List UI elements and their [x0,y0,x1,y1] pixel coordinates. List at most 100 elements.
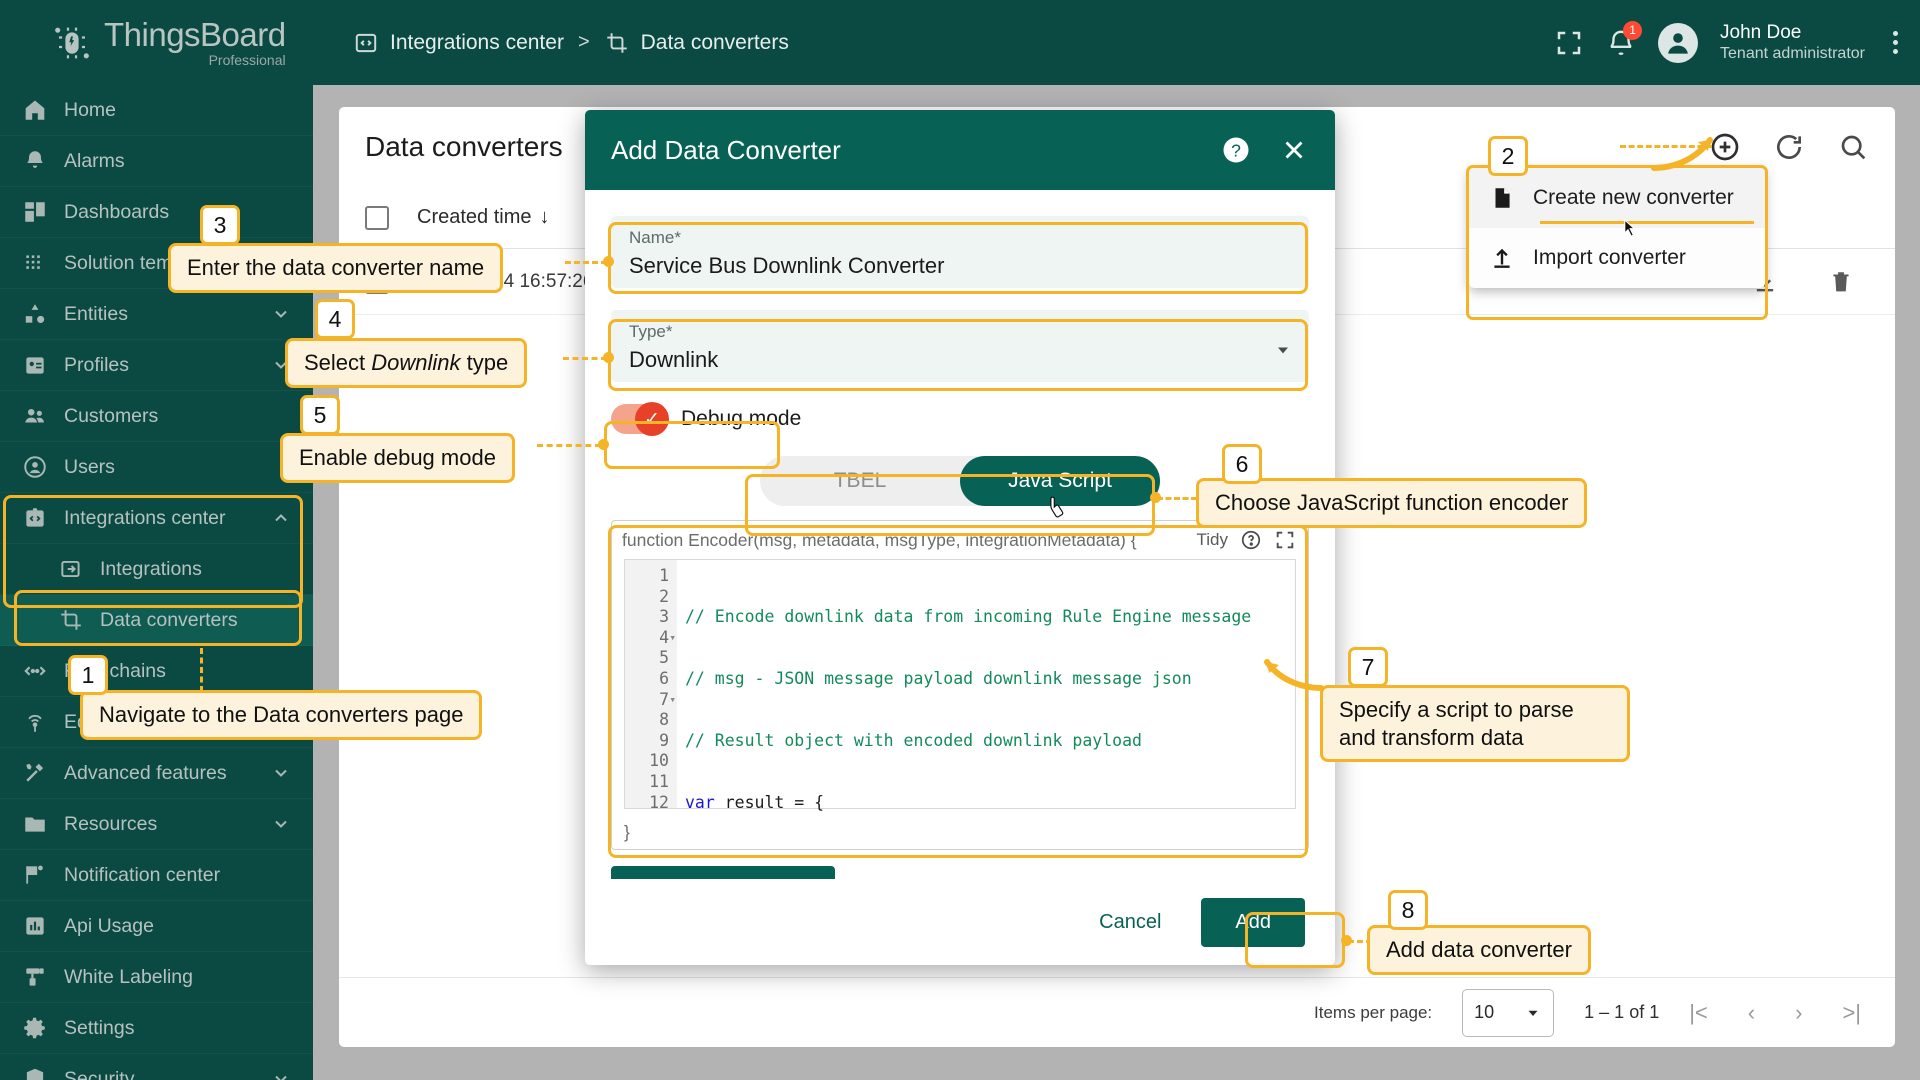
annotation-5: Enable debug mode [280,433,515,483]
fullscreen-icon[interactable] [1274,529,1296,551]
sidebar-item-home[interactable]: Home [0,85,313,136]
annotation-connector-4 [563,357,607,360]
tab-tbel[interactable]: TBEL [760,456,960,506]
chevron-down-icon[interactable] [271,814,291,834]
prev-page-button[interactable]: ‹ [1748,1000,1755,1026]
sidebar-item-dashboards[interactable]: Dashboards [0,187,313,238]
page-title: Data converters [365,131,563,162]
annotation-dot-6 [1150,492,1161,503]
pagination: Items per page: 10 1 – 1 of 1 |< ‹ › >| [339,977,1895,1047]
breadcrumb-separator: > [577,31,590,53]
resources-folder-icon [22,811,48,837]
sidebar-item-label: Alarms [64,149,125,172]
delete-icon[interactable] [1827,268,1855,296]
add-button[interactable]: Add [1201,897,1305,947]
code-editor-area[interactable]: 1 2 3 4 ▾ 5 6 7 ▾ 8 9 10 11 12 // Encode d… [624,559,1296,812]
notification-center-icon [22,862,48,888]
dialog-footer: Cancel Add [585,879,1335,965]
sidebar-item-alarms[interactable]: Alarms [0,136,313,187]
last-page-button[interactable]: >| [1842,1000,1861,1026]
fullscreen-icon[interactable] [1554,28,1584,58]
name-input[interactable]: Service Bus Downlink Converter [629,253,1291,279]
breadcrumb-item-data-converters[interactable]: Data converters [604,30,789,56]
sidebar-item-customers[interactable]: Customers [0,391,313,442]
next-page-button[interactable]: › [1795,1000,1802,1026]
rule-chains-icon [22,658,48,684]
users-icon [22,454,48,480]
edge-icon [22,709,48,735]
sidebar-item-label: Security [64,1067,135,1080]
line-number-gutter: 1 2 3 4 ▾ 5 6 7 ▾ 8 9 10 11 12 [625,560,677,812]
refresh-icon[interactable] [1773,131,1805,163]
sidebar-item-label: Integrations center [64,506,226,529]
sidebar-item-users[interactable]: Users [0,442,313,493]
breadcrumb-item-integrations-center[interactable]: Integrations center [353,30,564,56]
line-number: 8 [659,710,669,730]
data-converter-icon [604,30,630,56]
sidebar-item-api-usage[interactable]: Api Usage [0,901,313,952]
notification-badge: 1 [1623,20,1643,40]
line-number: 10 [649,751,669,771]
items-per-page-select[interactable]: 10 [1462,988,1555,1037]
code-lines[interactable]: // Encode downlink data from incoming Ru… [677,560,1295,811]
sidebar-item-security[interactable]: Security [0,1054,313,1080]
security-shield-icon [22,1066,48,1080]
integrations-center-icon [22,505,48,531]
select-all-checkbox[interactable] [365,205,389,230]
search-icon[interactable] [1837,131,1869,163]
arrow-to-plus-icon [1650,122,1730,182]
arrow-to-editor-icon [1245,648,1325,698]
dialog-title: Add Data Converter [611,134,841,165]
tidy-button[interactable]: Tidy [1197,530,1229,550]
cancel-button[interactable]: Cancel [1085,901,1175,944]
help-icon[interactable]: ? [1221,135,1251,165]
sidebar-item-resources[interactable]: Resources [0,799,313,850]
sidebar-item-data-converters[interactable]: Data converters [0,595,313,646]
name-field[interactable]: Name* Service Bus Downlink Converter [611,216,1309,288]
chevron-down-icon[interactable] [271,1069,291,1080]
avatar[interactable] [1658,22,1699,63]
type-field-label: Type* [629,322,673,341]
first-page-button[interactable]: |< [1689,1000,1708,1026]
debug-mode-toggle[interactable]: ✓ [611,402,669,436]
chevron-up-icon[interactable] [271,508,291,528]
chevron-down-icon[interactable] [271,763,291,783]
help-icon[interactable] [1240,529,1262,551]
annotation-connector-6 [1157,497,1197,500]
line-number: 6 [659,668,669,688]
menu-item-label: Import converter [1533,246,1686,269]
sidebar-item-settings[interactable]: Settings [0,1003,313,1054]
kebab-menu-icon[interactable] [1893,31,1898,54]
brand-edition: Professional [208,52,286,68]
top-bar: ThingsBoard Professional Integrations ce… [0,0,1920,85]
sidebar-item-advanced-features[interactable]: Advanced features [0,748,313,799]
chevron-down-icon[interactable] [1273,340,1293,360]
type-field[interactable]: Type* Downlink [611,310,1309,382]
name-field-label: Name* [629,228,681,247]
sidebar-item-label: Entities [64,302,128,325]
thingsboard-logo-icon [50,21,94,65]
sidebar-item-integrations[interactable]: Integrations [0,544,313,595]
type-select-value[interactable]: Downlink [629,347,1291,373]
line-number: 12 [649,792,669,812]
user-info[interactable]: John Doe Tenant administrator [1720,21,1865,65]
step-marker-3: 3 [200,205,240,245]
column-header-created-time[interactable]: Created time ↓ [417,206,550,229]
sidebar-item-notification-center[interactable]: Notification center [0,850,313,901]
sidebar-item-integrations-center[interactable]: Integrations center [0,493,313,544]
sidebar-item-label: Resources [64,812,158,835]
close-icon[interactable] [1279,135,1309,165]
annotation-dot-5 [598,439,609,450]
annotation-dot-4 [603,352,614,363]
sidebar-item-white-labeling[interactable]: White Labeling [0,952,313,1003]
sidebar-item-entities[interactable]: Entities [0,289,313,340]
dialog-header: Add Data Converter ? [585,110,1335,190]
alarm-bell-icon [22,148,48,174]
line-number: 5 [659,648,669,668]
chevron-down-icon[interactable] [271,304,291,324]
notifications-button[interactable]: 1 [1606,20,1643,58]
brand-logo[interactable]: ThingsBoard Professional [0,0,313,85]
annotation-dot-8 [1341,935,1352,946]
customers-icon [22,403,48,429]
sidebar-item-profiles[interactable]: Profiles [0,340,313,391]
